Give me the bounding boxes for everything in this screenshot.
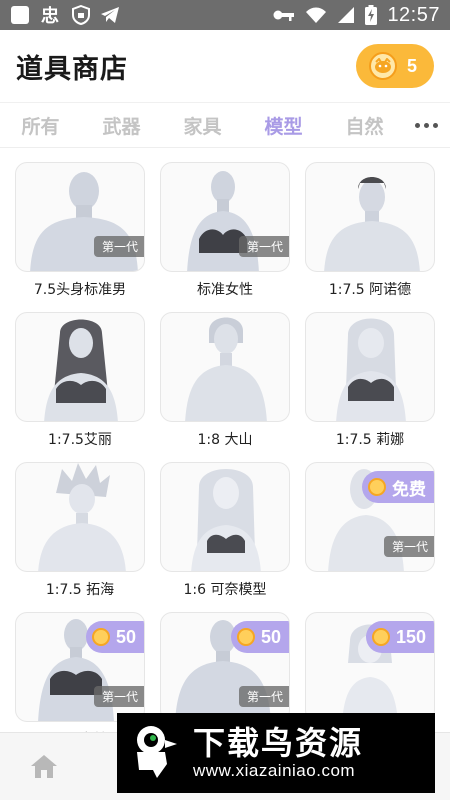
page-title: 道具商店 [16, 53, 128, 85]
model-card[interactable]: 1:7.5 阿诺德 [305, 162, 435, 312]
model-thumbnail [305, 162, 435, 272]
model-thumbnail [160, 312, 290, 422]
model-label: 1:7.5艾丽 [48, 432, 112, 448]
model-thumbnail: 第一代 [160, 162, 290, 272]
status-bar: 忠 12:57 [0, 0, 450, 30]
model-card[interactable]: 第一代 标准女性 [160, 162, 290, 312]
bird-logo-icon [127, 720, 185, 786]
price-value: 免费 [392, 479, 426, 500]
anime-female-figure [336, 318, 406, 421]
price-value: 150 [395, 626, 426, 647]
model-card[interactable]: 1:8 大山 [160, 312, 290, 462]
model-thumbnail: 50 第一代 [15, 612, 145, 722]
watermark-title: 下载鸟资源 [193, 724, 364, 762]
female-figure-long-hair [44, 319, 118, 421]
male-figure-short-hair [185, 317, 267, 421]
model-thumbnail [15, 312, 145, 422]
shield-icon [72, 5, 90, 25]
model-thumbnail: 免费 第一代 [305, 462, 435, 572]
price-badge[interactable]: 50 [230, 621, 289, 653]
model-label: 1:6 可奈模型 [183, 582, 267, 598]
generation-badge: 第一代 [93, 236, 144, 257]
model-card[interactable]: 1:7.5艾丽 [15, 312, 145, 462]
coin-icon [236, 628, 255, 646]
male-figure [324, 177, 420, 271]
model-thumbnail [15, 462, 145, 572]
notification-square-icon [10, 5, 30, 25]
model-label: 1:7.5 莉娜 [335, 432, 405, 448]
coin-icon [91, 628, 110, 646]
model-card[interactable]: 免费 第一代 [305, 462, 435, 612]
coin-icon [371, 628, 390, 646]
home-icon[interactable] [30, 753, 58, 783]
model-thumbnail: 150 [305, 612, 435, 722]
price-badge[interactable]: 50 [85, 621, 144, 653]
generation-badge: 第一代 [383, 536, 434, 557]
price-badge[interactable]: 150 [365, 621, 434, 653]
model-card[interactable]: 1:7.5 莉娜 [305, 312, 435, 462]
model-label [305, 572, 435, 612]
status-time: 12:57 [387, 3, 440, 26]
generation-badge: 第一代 [238, 686, 289, 707]
model-label: 1:7.5 拓海 [45, 582, 115, 598]
signal-icon [337, 6, 355, 24]
model-label: 7.5头身标准男 [33, 282, 127, 298]
anime-female-figure [191, 469, 261, 571]
model-label: 1:8 大山 [197, 432, 253, 448]
tab-nature[interactable]: 自然 [324, 112, 405, 139]
category-tabs: 所有 武器 家具 模型 自然 [0, 102, 450, 148]
generation-badge: 第一代 [93, 686, 144, 707]
header: 道具商店 5 [0, 30, 450, 102]
more-tabs-icon[interactable] [415, 122, 438, 128]
model-thumbnail [305, 312, 435, 422]
model-label: 1:7.5 阿诺德 [328, 282, 412, 298]
model-label: 标准女性 [197, 282, 253, 298]
telegram-icon [100, 6, 120, 24]
model-thumbnail [160, 462, 290, 572]
model-card[interactable]: 1:7.5 拓海 [15, 462, 145, 612]
tab-weapons[interactable]: 武器 [81, 112, 162, 139]
coin-balance-button[interactable]: 5 [356, 44, 434, 88]
qq-icon: 忠 [40, 5, 62, 25]
coin-count: 5 [407, 55, 418, 76]
battery-charging-icon [365, 5, 378, 25]
tab-all[interactable]: 所有 [0, 112, 81, 139]
tab-models[interactable]: 模型 [243, 112, 324, 139]
model-thumbnail: 50 第一代 [160, 612, 290, 722]
price-value: 50 [260, 626, 281, 647]
price-value: 50 [115, 626, 136, 647]
price-badge[interactable]: 免费 [362, 471, 434, 503]
watermark-url: www.xiazainiao.com [193, 761, 356, 780]
model-card[interactable]: 1:6 可奈模型 [160, 462, 290, 612]
watermark-banner: 下载鸟资源 www.xiazainiao.com [117, 713, 435, 793]
generation-badge: 第一代 [238, 236, 289, 257]
model-grid: 第一代 7.5头身标准男 第一代 标准女性 1:7.5 阿诺德 1:7.5艾丽 … [15, 162, 435, 762]
svg-text:忠: 忠 [41, 6, 59, 25]
tab-furniture[interactable]: 家具 [162, 112, 243, 139]
key-icon [273, 8, 295, 22]
wifi-icon [305, 6, 327, 24]
spiky-hair-male-figure [38, 463, 126, 571]
model-thumbnail: 第一代 [15, 162, 145, 272]
model-card[interactable]: 第一代 7.5头身标准男 [15, 162, 145, 312]
coin-face-icon [369, 52, 397, 80]
coin-icon [368, 478, 386, 496]
